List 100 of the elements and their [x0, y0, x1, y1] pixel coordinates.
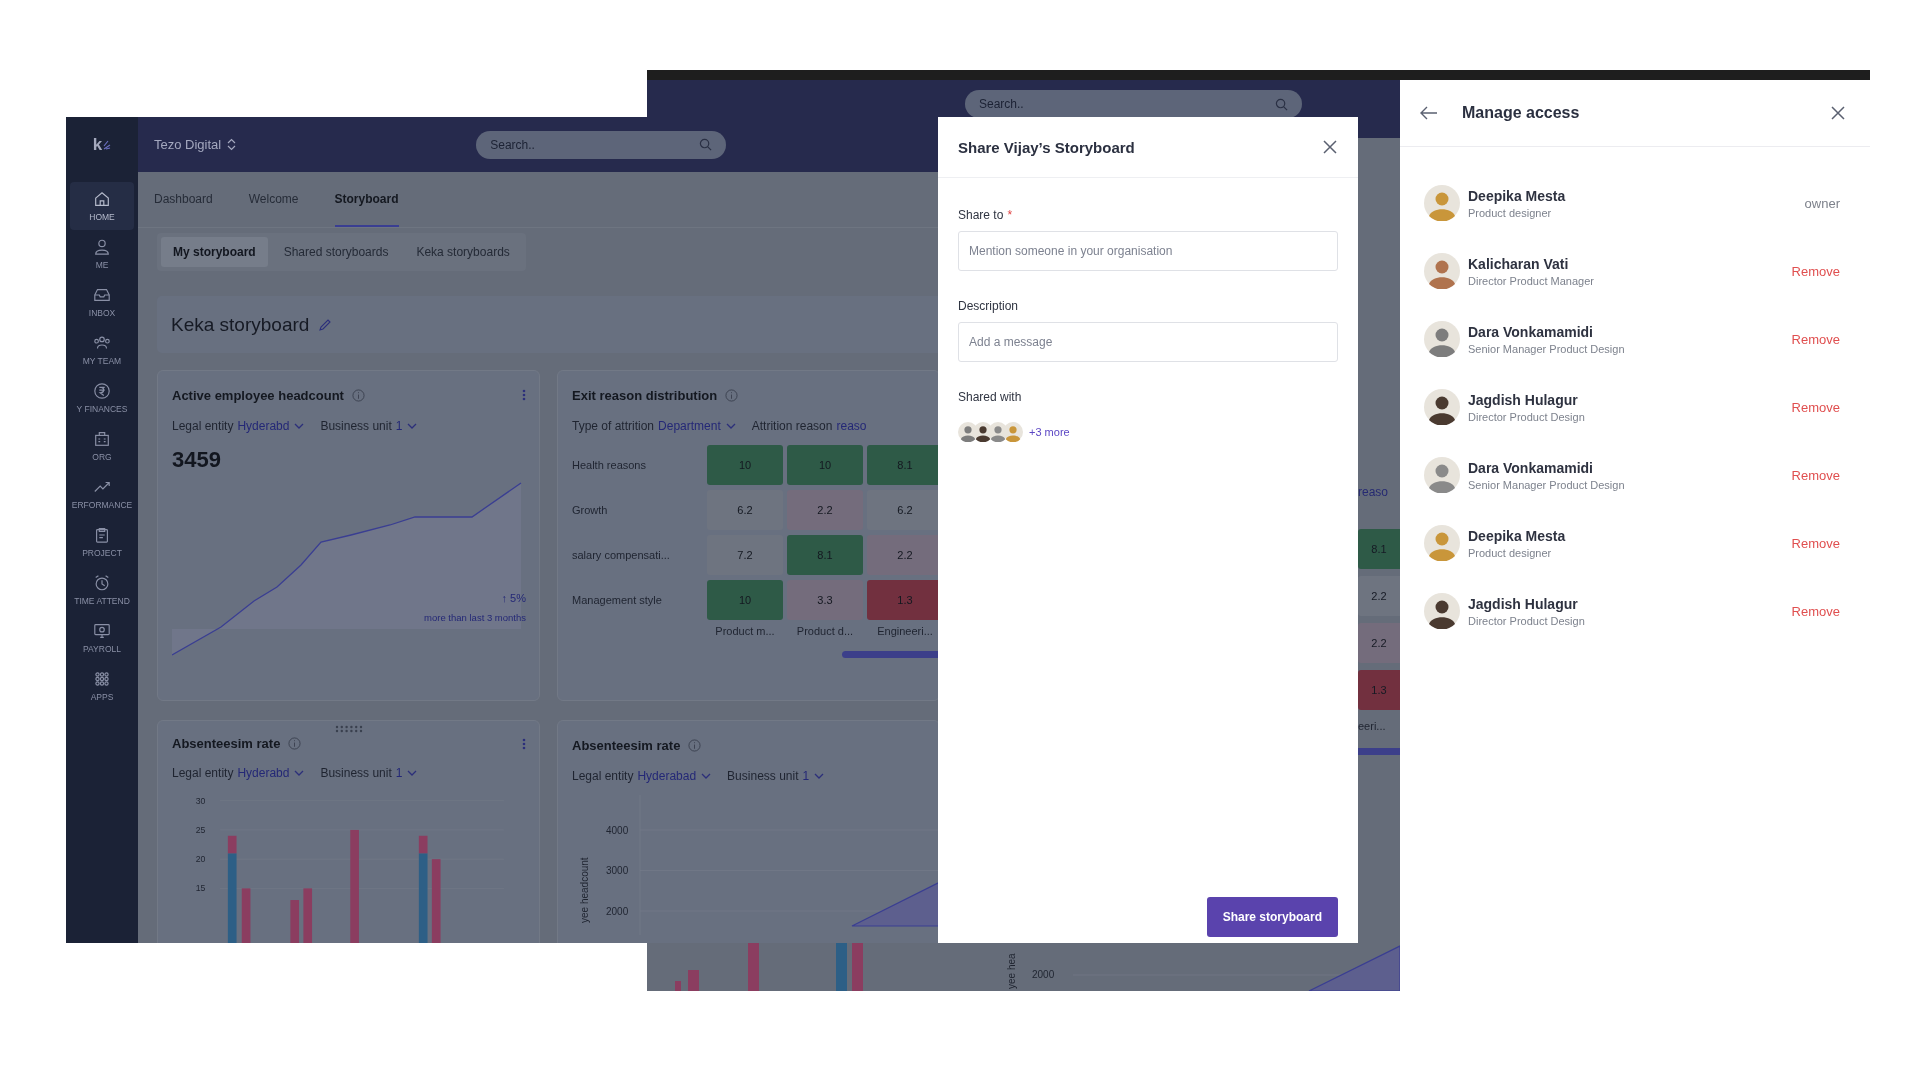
filter-dropdown[interactable]: Hyderabad	[637, 769, 712, 783]
remove-link[interactable]: Remove	[1791, 399, 1840, 415]
sidebar-item[interactable]: INBOX	[70, 278, 134, 326]
close-icon[interactable]	[1830, 105, 1846, 121]
avatar	[1003, 422, 1023, 442]
member-role: Senior Manager Product Design	[1468, 478, 1625, 491]
sidebar-item[interactable]: TIME ATTEND	[70, 566, 134, 614]
info-icon	[288, 737, 302, 751]
heatmap-cell: 2.2	[1358, 576, 1400, 616]
segment-tab[interactable]: My storyboard	[161, 237, 268, 267]
filter-label: Attrition reason	[751, 419, 833, 433]
filter-label: Business unit	[320, 419, 392, 433]
sidebar-item[interactable]: Y FINANCES	[70, 374, 134, 422]
chevron-down-icon	[294, 770, 305, 777]
segment-tab[interactable]: Shared storyboards	[271, 237, 401, 267]
sidebar-item[interactable]: PAYROLL	[70, 614, 134, 662]
member-role: Product designer	[1468, 206, 1552, 219]
segment-tab[interactable]: Keka storyboards	[404, 237, 522, 267]
home-icon	[93, 190, 111, 208]
column-label: Engineeri...	[876, 625, 934, 637]
owner-label: owner	[1804, 195, 1840, 211]
bar	[241, 888, 251, 943]
sidebar-item[interactable]: APPS	[70, 662, 134, 710]
field-label: Description	[958, 299, 1019, 313]
card-title: Exit reason distribution	[572, 387, 718, 403]
heatmap-cell: 1.3	[1358, 670, 1400, 710]
monitor-icon	[93, 622, 111, 640]
filter-dropdown[interactable]: Hyderabd	[237, 766, 305, 781]
filter-dropdown[interactable]: 1	[395, 419, 418, 433]
heatmap-cell: 2.2	[787, 490, 863, 530]
grid-icon	[93, 670, 111, 688]
scrollbar[interactable]	[842, 651, 938, 658]
logo: k	[92, 134, 103, 155]
filter-dropdown[interactable]: Hyderabd	[237, 419, 305, 433]
filter-dropdown[interactable]: 1	[802, 769, 825, 783]
heatmap-cell: 10	[707, 445, 783, 485]
column-label: eeri...	[1358, 720, 1387, 732]
heatmap-cell: 6.2	[867, 490, 938, 530]
filter-label: Legal entity	[572, 769, 634, 783]
filter-label: Business unit	[320, 766, 392, 781]
column-label: Product m...	[714, 625, 776, 637]
field-label: Shared with	[958, 390, 1022, 404]
tab[interactable]: Storyboard	[334, 172, 399, 227]
avatar	[1424, 321, 1460, 357]
info-icon	[688, 738, 702, 752]
filter-value[interactable]: reaso	[836, 419, 867, 433]
chevron-down-icon	[407, 423, 418, 429]
share-to-field[interactable]: Mention someone in your organisation	[958, 231, 1338, 271]
close-icon[interactable]	[1322, 139, 1338, 155]
tick-label: 15	[195, 883, 206, 894]
headcount-value: 3459	[172, 447, 222, 473]
heatmap-cell: 10	[707, 580, 783, 620]
sidebar-item[interactable]: ORG	[70, 422, 134, 470]
remove-link[interactable]: Remove	[1791, 603, 1840, 619]
tab[interactable]: Welcome	[248, 172, 313, 227]
remove-link[interactable]: Remove	[1791, 535, 1840, 551]
org-name[interactable]: Tezo Digital	[154, 137, 222, 152]
chevron-down-icon	[294, 423, 305, 429]
back-arrow-icon[interactable]	[1420, 106, 1438, 120]
sidebar-item[interactable]: ME	[70, 230, 134, 278]
description-field[interactable]: Add a message	[958, 322, 1338, 362]
kebab-menu-icon[interactable]	[522, 389, 526, 401]
member-name: Deepika Mesta	[1468, 187, 1566, 204]
row-label: Management style	[572, 594, 663, 606]
sidebar-item[interactable]: PROJECT	[70, 518, 134, 566]
filter-dropdown[interactable]: 1	[395, 766, 418, 781]
more-link[interactable]: +3 more	[1029, 426, 1070, 438]
share-storyboard-button[interactable]: Share storyboard	[1206, 897, 1338, 937]
member-name: Deepika Mesta	[1468, 527, 1566, 544]
bar	[303, 888, 313, 943]
tab[interactable]: Dashboard	[154, 172, 227, 227]
sidebar-item[interactable]: MY TEAM	[70, 326, 134, 374]
dialog-title: Share Vijay’s Storyboard	[958, 138, 1135, 156]
pencil-icon[interactable]	[319, 318, 332, 331]
avatar	[1424, 389, 1460, 425]
avatar	[1424, 185, 1460, 221]
heatmap-cell: 8.1	[867, 445, 938, 485]
sidebar-item[interactable]: HOME	[70, 182, 134, 230]
scrollbar[interactable]	[1358, 748, 1400, 755]
search-field[interactable]: Search..	[476, 130, 727, 159]
drag-handle-icon[interactable]	[333, 725, 364, 733]
clipboard-icon	[93, 526, 111, 544]
row-label: Health reasons	[572, 459, 647, 471]
filter-value[interactable]: reaso	[1358, 485, 1400, 499]
heatmap-cell: 3.3	[787, 580, 863, 620]
bar	[688, 970, 699, 991]
avatar	[1424, 253, 1460, 289]
remove-link[interactable]: Remove	[1791, 263, 1840, 279]
sidebar-item[interactable]: ERFORMANCE	[70, 470, 134, 518]
member-name: Dara Vonkamamidi	[1468, 323, 1593, 340]
avatar	[1424, 525, 1460, 561]
remove-link[interactable]: Remove	[1791, 467, 1840, 483]
search-field[interactable]: Search..	[965, 90, 1302, 118]
bar	[836, 943, 847, 991]
filter-dropdown[interactable]: Department	[658, 419, 736, 433]
up-down-chevron-icon[interactable]	[227, 138, 237, 151]
info-icon	[351, 388, 365, 402]
heatmap-cell: 8.1	[1358, 529, 1400, 569]
kebab-menu-icon[interactable]	[522, 737, 526, 750]
remove-link[interactable]: Remove	[1791, 331, 1840, 347]
